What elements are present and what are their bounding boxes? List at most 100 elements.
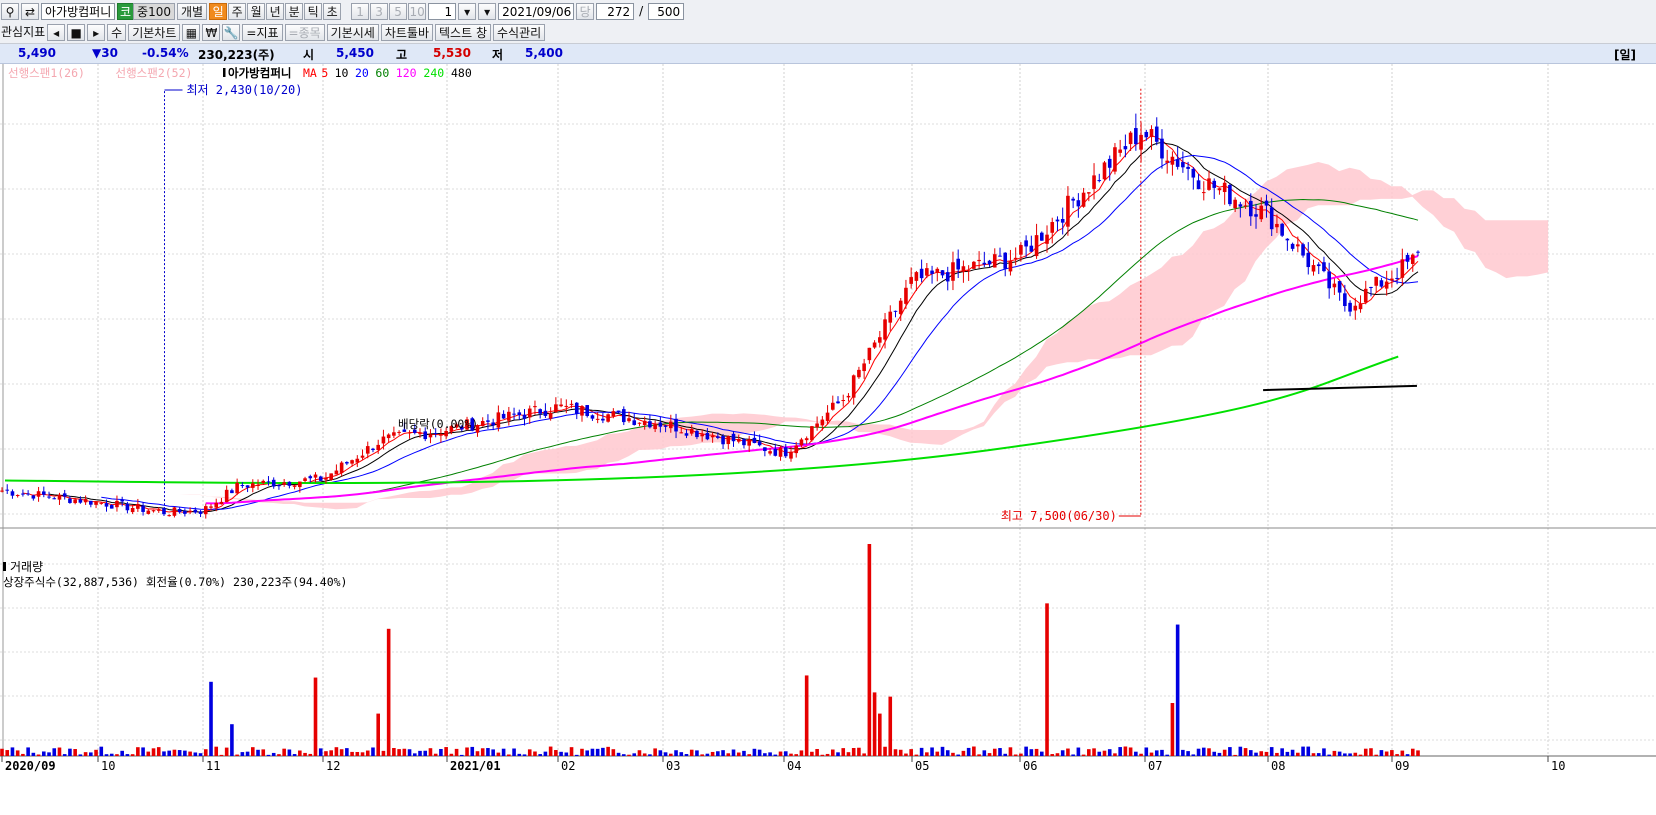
candle-body — [1259, 205, 1264, 220]
candle-body — [329, 473, 333, 480]
candle-body — [324, 477, 328, 480]
chevron-down-icon[interactable]: ▾ — [478, 2, 497, 20]
volume-bar — [642, 753, 647, 756]
volume-bar — [496, 752, 501, 756]
chart-toolbar-button[interactable]: 차트툴바 — [380, 24, 434, 41]
volume-bar — [972, 746, 976, 756]
stepper-button[interactable]: 수 — [107, 24, 127, 41]
candle-body — [177, 509, 182, 513]
wrench-icon[interactable]: 🔧 — [222, 24, 241, 41]
legend-ma-480: 480 — [451, 66, 472, 80]
candle-body — [836, 401, 840, 404]
candle-body — [360, 455, 365, 458]
text-window-button[interactable]: 텍스트 창 — [435, 24, 491, 41]
volume-bar — [1248, 750, 1253, 756]
volume-bar — [57, 747, 62, 756]
candle-body — [1369, 286, 1373, 288]
chevron-right-icon[interactable]: ▸ — [87, 24, 106, 41]
tab-period-4[interactable]: 분 — [285, 2, 304, 20]
volume-bar — [1348, 753, 1352, 756]
x-tick-label: 08 — [1271, 759, 1285, 773]
item-button[interactable]: =종목 — [284, 24, 325, 41]
count-input[interactable]: 272 — [596, 2, 635, 20]
volume-bar — [1275, 752, 1279, 756]
candle-body — [287, 481, 292, 486]
candle-body — [198, 511, 203, 514]
candle-body — [987, 260, 992, 265]
candle-body — [648, 421, 652, 428]
candle-body — [151, 510, 156, 512]
chevron-down-icon[interactable]: ▾ — [458, 2, 477, 20]
volume-bar — [1254, 752, 1258, 756]
stock-name-field[interactable]: 아가방컴퍼니 — [41, 2, 115, 20]
volume-bar — [653, 748, 657, 756]
volume-bar — [381, 750, 386, 756]
tab-period-1[interactable]: 주 — [228, 2, 247, 20]
tab-period-6[interactable]: 초 — [323, 2, 342, 20]
basic-chart-button[interactable]: 기본차트 — [128, 24, 181, 41]
interval-field[interactable]: 1 — [428, 2, 457, 20]
volume-bar — [1201, 747, 1206, 756]
interval-button-3[interactable]: 3 — [370, 2, 389, 20]
tab-period-3[interactable]: 년 — [266, 2, 285, 20]
search-icon[interactable]: ⚲ — [1, 2, 19, 20]
volume-bar — [1165, 754, 1169, 756]
watchlist-indicator-button[interactable]: 관심지표 — [1, 24, 45, 41]
candle-body — [554, 404, 558, 413]
volume-bar — [433, 753, 438, 756]
tab-period-0[interactable]: 일 — [209, 2, 228, 20]
volume-bar — [21, 753, 25, 756]
volume-bar — [36, 754, 41, 756]
candle-body — [1217, 188, 1222, 191]
interval-button-5[interactable]: 5 — [389, 2, 408, 20]
individual-button[interactable]: 개별 — [177, 2, 208, 20]
candle-body — [136, 503, 140, 509]
date-picker[interactable]: 2021/09/06 — [498, 2, 575, 20]
volume-bar — [1290, 749, 1295, 756]
volume-bar — [1416, 750, 1420, 756]
candle-body — [496, 412, 501, 428]
candle-body — [1233, 199, 1237, 209]
volume-bar — [757, 749, 762, 756]
volume-bar — [334, 747, 339, 756]
refresh-icon[interactable]: ⇄ — [21, 2, 39, 20]
tab-period-5[interactable]: 틱 — [304, 2, 323, 20]
candle-body — [1165, 160, 1169, 163]
candle-body — [78, 499, 83, 503]
volume-bar — [329, 750, 333, 756]
interval-button-10[interactable]: 10 — [408, 2, 427, 20]
tab-period-2[interactable]: 월 — [247, 2, 266, 20]
chevron-left-icon[interactable]: ◂ — [47, 24, 66, 41]
basic-quote-button[interactable]: 기본시세 — [326, 24, 379, 41]
candle-body — [1060, 219, 1065, 223]
volume-bar — [768, 752, 772, 756]
candle-body — [736, 438, 741, 442]
count-total-input[interactable]: 500 — [648, 2, 685, 20]
interval-button-1[interactable]: 1 — [351, 2, 370, 20]
candle-body — [1008, 261, 1013, 272]
indicator-button[interactable]: =지표 — [242, 24, 283, 41]
candle-body — [1254, 214, 1258, 217]
volume-bar — [47, 752, 51, 756]
candle-body — [109, 505, 114, 509]
volume-bar — [601, 747, 605, 756]
candle-body — [773, 448, 778, 456]
volume-bar — [590, 748, 595, 756]
volume-bar — [454, 748, 459, 756]
price-chart[interactable]: 최저 2,430(10/20) 최고 7,500(06/30) 배당락(0.00%)… — [0, 64, 1656, 815]
candle-body — [893, 310, 898, 312]
candle-body — [966, 270, 971, 272]
formula-management-button[interactable]: 수식관리 — [493, 24, 546, 41]
volume-bar — [42, 751, 46, 756]
candle-body — [120, 499, 124, 502]
stop-icon[interactable]: ■ — [67, 24, 86, 41]
chart-annotations: 최저 2,430(10/20) 최고 7,500(06/30) 배당락(0.00%) — [164, 83, 1142, 523]
won-button[interactable]: ₩ — [202, 24, 221, 41]
volume-bar — [224, 747, 229, 756]
candle-body — [606, 414, 610, 422]
candle-icon[interactable]: ▦ — [182, 24, 201, 41]
candle-body — [783, 447, 788, 457]
candle-body — [1175, 159, 1180, 167]
candle-body — [559, 404, 563, 407]
volume-bar — [1264, 751, 1269, 756]
